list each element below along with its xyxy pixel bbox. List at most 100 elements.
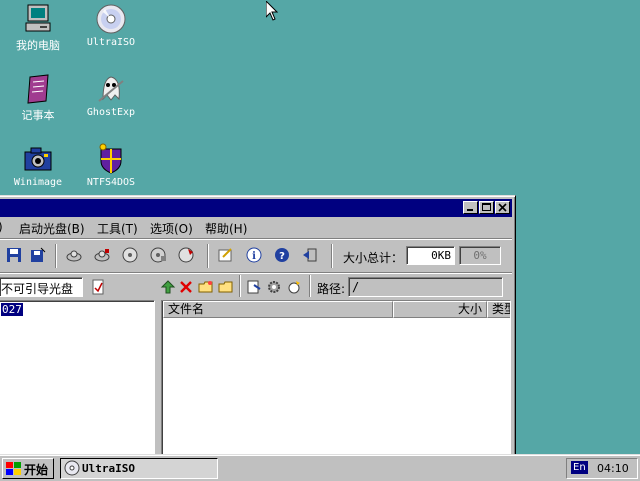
desktop-icon-label: GhostExp <box>86 107 136 118</box>
exit-icon <box>303 248 317 262</box>
path-field[interactable]: / <box>348 277 503 297</box>
desktop-icon-label: NTFS4DOS <box>86 177 136 188</box>
title-bar[interactable] <box>0 199 512 217</box>
save-as-icon <box>31 247 46 262</box>
image-type-value: 不可引导光盘 <box>1 282 74 296</box>
refresh-icon <box>288 281 300 294</box>
toolbar-divider <box>309 275 311 297</box>
rename-button[interactable] <box>215 276 237 298</box>
windows-logo-icon <box>6 462 21 475</box>
notepad-icon <box>22 73 54 105</box>
disc-drive-icon <box>66 250 82 262</box>
help-button[interactable]: ? <box>271 244 293 266</box>
tree-item-selected[interactable]: 027 <box>1 303 23 316</box>
extract-disc-icon <box>94 249 110 262</box>
taskbar: 开始 UltraISO En 04:10 <box>0 454 640 481</box>
ghost-icon <box>95 73 127 105</box>
save-icon <box>7 248 21 262</box>
extract-button[interactable] <box>91 244 113 266</box>
settings-button[interactable] <box>263 276 285 298</box>
desktop-icon-label: Winimage <box>13 177 63 188</box>
desktop-icon-notepad[interactable]: 记事本 <box>4 73 72 123</box>
desktop-icon-ultraiso[interactable]: UltraISO <box>77 3 145 48</box>
add-file-icon <box>247 280 261 294</box>
toolbar-divider <box>239 275 241 297</box>
camera-icon <box>22 143 54 175</box>
column-header-size[interactable]: 大小 <box>393 301 487 318</box>
close-button[interactable] <box>495 201 510 214</box>
ultraiso-window: ) 启动光盘(B) 工具(T) 选项(O) 帮助(H) <box>0 195 516 459</box>
file-list-pane[interactable]: 文件名 大小 类型 <box>161 300 511 458</box>
start-label: 开始 <box>24 463 49 477</box>
new-folder-icon <box>198 281 213 293</box>
menu-boot-disc[interactable]: 启动光盘(B) <box>19 220 85 237</box>
column-header-type[interactable]: 类型 <box>487 301 510 318</box>
menu-bar: ) 启动光盘(B) 工具(T) 选项(O) 帮助(H) <box>0 218 512 238</box>
menu-item-partial[interactable]: ) <box>0 220 3 234</box>
properties-button[interactable]: i <box>243 244 265 266</box>
svg-text:i: i <box>252 251 256 262</box>
desktop-icon-ntfs4dos[interactable]: NTFS4DOS <box>77 143 145 188</box>
menu-help[interactable]: 帮助(H) <box>205 220 247 237</box>
toolbar-divider <box>331 244 333 268</box>
taskbar-item-label: UltraISO <box>82 462 135 475</box>
size-total-field: 0KB <box>406 246 455 265</box>
compress-disc-icon <box>178 247 194 263</box>
size-total-label: 大小总计： <box>343 251 404 265</box>
save-as-button[interactable] <box>27 244 49 266</box>
size-percent-bar: 0% <box>459 246 501 265</box>
path-toolbar: 不可引导光盘 路径: / <box>0 274 515 300</box>
path-value: / <box>352 280 360 294</box>
clock[interactable]: 04:10 <box>597 462 629 475</box>
mount-button[interactable] <box>147 244 169 266</box>
save-button[interactable] <box>3 244 25 266</box>
menu-options[interactable]: 选项(O) <box>150 220 193 237</box>
new-folder-button[interactable] <box>215 244 237 266</box>
document-check-icon <box>92 279 104 295</box>
new-folder-button-2[interactable] <box>195 276 217 298</box>
gear-icon <box>268 281 280 293</box>
main-toolbar: i ? 大小总计： 0KB 0% <box>0 240 515 270</box>
compress-button[interactable] <box>175 244 197 266</box>
toolbar-divider <box>207 244 209 268</box>
size-total-value: 0KB <box>431 249 451 262</box>
computer-icon <box>22 3 54 35</box>
menu-tools[interactable]: 工具(T) <box>97 220 138 237</box>
add-files-button[interactable] <box>243 276 265 298</box>
desktop-icon-label: 记事本 <box>21 109 55 122</box>
maximize-button[interactable] <box>479 201 494 214</box>
svg-text:?: ? <box>279 251 285 262</box>
minimize-button[interactable] <box>463 201 478 214</box>
edit-icon <box>218 248 232 262</box>
refresh-button[interactable] <box>283 276 305 298</box>
delete-button[interactable] <box>175 276 197 298</box>
up-arrow-icon <box>160 280 176 294</box>
desktop-icon-my-computer[interactable]: 我的电脑 <box>4 3 72 53</box>
start-button[interactable]: 开始 <box>2 458 54 479</box>
mount-disc-icon <box>150 247 166 263</box>
desktop-icon-winimage[interactable]: Winimage <box>4 143 72 188</box>
burn-disc-icon <box>122 247 138 263</box>
system-tray: En 04:10 <box>566 458 638 479</box>
bootable-button[interactable] <box>87 276 109 298</box>
folder-icon <box>218 281 233 293</box>
help-icon: ? <box>275 248 289 262</box>
path-label: 路径: <box>317 282 346 296</box>
exit-button[interactable] <box>299 244 321 266</box>
cd-disc-icon <box>95 3 127 35</box>
image-type-field[interactable]: 不可引导光盘 <box>0 277 83 297</box>
directory-tree-pane[interactable]: 027 <box>0 300 155 458</box>
size-percent-value: 0% <box>473 249 487 262</box>
taskbar-item-ultraiso[interactable]: UltraISO <box>60 458 218 479</box>
desktop-icon-label: 我的电脑 <box>16 39 60 52</box>
mouse-cursor-icon <box>265 0 279 24</box>
shield-icon <box>95 143 127 175</box>
delete-x-icon <box>180 281 192 293</box>
add-disc-button[interactable] <box>63 244 85 266</box>
toolbar-divider <box>55 244 57 268</box>
language-indicator[interactable]: En <box>571 461 588 474</box>
burn-button[interactable] <box>119 244 141 266</box>
desktop-icon-ghostexp[interactable]: GhostExp <box>77 73 145 118</box>
desktop-icon-label: UltraISO <box>86 37 136 48</box>
column-header-filename[interactable]: 文件名 <box>163 301 393 318</box>
